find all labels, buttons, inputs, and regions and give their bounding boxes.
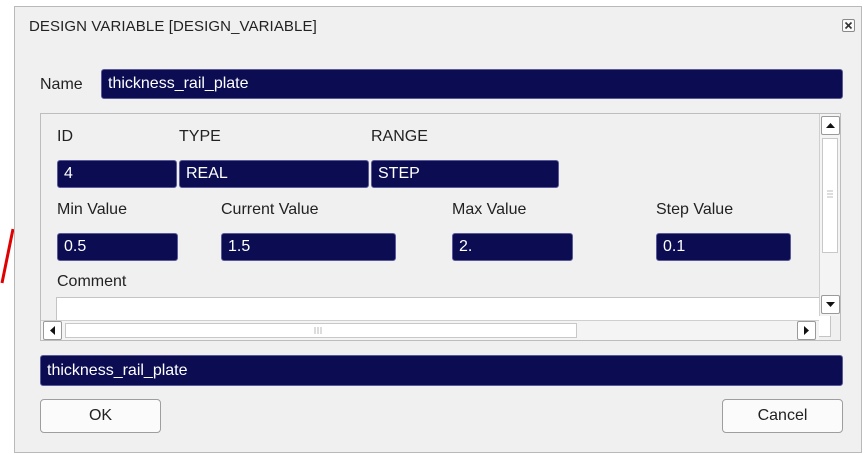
id-field[interactable]: 4 xyxy=(57,160,177,188)
arrow-up-icon xyxy=(826,123,835,128)
grip-icon xyxy=(827,190,833,198)
type-label: TYPE xyxy=(179,128,221,145)
max-value-label: Max Value xyxy=(452,201,527,218)
scroll-down-button[interactable] xyxy=(821,295,840,314)
step-value-label: Step Value xyxy=(656,201,734,218)
max-value-field[interactable]: 2. xyxy=(452,233,573,261)
name-label: Name xyxy=(40,76,83,93)
dialog-title: DESIGN VARIABLE [DESIGN_VARIABLE] xyxy=(29,18,317,35)
grip-icon xyxy=(314,327,322,334)
scroll-left-button[interactable] xyxy=(43,321,62,340)
step-value-field[interactable]: 0.1 xyxy=(656,233,791,261)
scroll-up-button[interactable] xyxy=(821,116,840,135)
expression-field[interactable]: thickness_rail_plate xyxy=(40,355,843,386)
variable-properties-panel: ID TYPE RANGE 4 REAL STEP Min Value Curr… xyxy=(40,113,841,341)
type-field[interactable]: REAL xyxy=(179,160,369,188)
arrow-down-icon xyxy=(826,302,835,307)
scroll-right-button[interactable] xyxy=(797,321,816,340)
name-input[interactable]: thickness_rail_plate xyxy=(101,69,843,99)
current-value-field[interactable]: 1.5 xyxy=(221,233,396,261)
close-x-icon xyxy=(844,21,853,30)
range-field[interactable]: STEP xyxy=(371,160,559,188)
cancel-button[interactable]: Cancel xyxy=(722,399,843,433)
ok-button[interactable]: OK xyxy=(40,399,161,433)
current-value-label: Current Value xyxy=(221,201,319,218)
arrow-left-icon xyxy=(50,326,55,335)
min-value-label: Min Value xyxy=(57,201,127,218)
close-button[interactable] xyxy=(842,19,855,32)
range-label: RANGE xyxy=(371,128,428,145)
min-value-field[interactable]: 0.5 xyxy=(57,233,178,261)
design-variable-dialog: DESIGN VARIABLE [DESIGN_VARIABLE] Name t… xyxy=(14,6,862,453)
horizontal-scroll-thumb[interactable] xyxy=(65,323,577,338)
vertical-scroll-thumb[interactable] xyxy=(822,138,838,253)
arrow-right-icon xyxy=(804,326,809,335)
dialog-titlebar: DESIGN VARIABLE [DESIGN_VARIABLE] xyxy=(15,7,861,45)
comment-label: Comment xyxy=(57,273,127,290)
id-label: ID xyxy=(57,128,73,145)
red-arrow-annotation xyxy=(0,228,14,284)
horizontal-scrollbar[interactable] xyxy=(41,320,819,340)
vertical-scrollbar[interactable] xyxy=(819,114,840,316)
